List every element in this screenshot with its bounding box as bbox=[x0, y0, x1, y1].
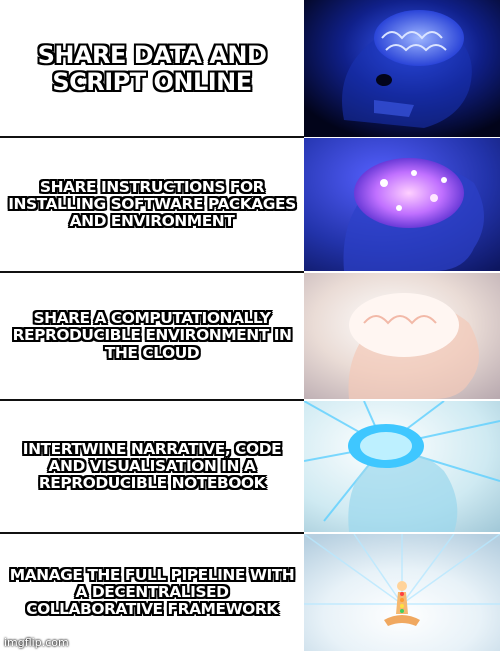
panel-3: SHARE A COMPUTATIONALLY REPRODUCIBLE ENV… bbox=[0, 273, 500, 399]
brain-radiant-cyan-icon bbox=[304, 401, 500, 532]
brain-white-light-icon bbox=[304, 273, 500, 399]
panel-2-image bbox=[304, 138, 500, 271]
watermark: imgflip.com bbox=[4, 636, 69, 649]
panel-5-text-cell: MANAGE THE FULL PIPELINE WITH A DECENTRA… bbox=[0, 534, 304, 651]
panel-5-image bbox=[304, 534, 500, 651]
panel-1: SHARE DATA AND SCRIPT ONLINE bbox=[0, 0, 500, 137]
brain-skull-blue-icon bbox=[304, 0, 500, 137]
meme-image: SHARE DATA AND SCRIPT ONLINE SHARE INSTR… bbox=[0, 0, 500, 651]
panel-3-text-cell: SHARE A COMPUTATIONALLY REPRODUCIBLE ENV… bbox=[0, 273, 304, 399]
meditating-figure-light-icon bbox=[304, 534, 500, 651]
panel-4-caption: INTERTWINE NARRATIVE, CODE AND VISUALISA… bbox=[22, 439, 282, 493]
panel-5-caption: MANAGE THE FULL PIPELINE WITH A DECENTRA… bbox=[9, 565, 295, 619]
panel-1-caption: SHARE DATA AND SCRIPT ONLINE bbox=[37, 41, 267, 96]
panel-4: INTERTWINE NARRATIVE, CODE AND VISUALISA… bbox=[0, 401, 500, 532]
panel-3-image bbox=[304, 273, 500, 399]
panel-3-caption: SHARE A COMPUTATIONALLY REPRODUCIBLE ENV… bbox=[12, 309, 292, 362]
brain-glowing-purple-icon bbox=[304, 138, 500, 271]
panel-5: MANAGE THE FULL PIPELINE WITH A DECENTRA… bbox=[0, 534, 500, 651]
panel-2-caption: SHARE INSTRUCTIONS FOR INSTALLING SOFTWA… bbox=[8, 177, 296, 231]
panel-1-image bbox=[304, 0, 500, 137]
panel-4-text-cell: INTERTWINE NARRATIVE, CODE AND VISUALISA… bbox=[0, 401, 304, 532]
panel-1-text-cell: SHARE DATA AND SCRIPT ONLINE bbox=[0, 0, 304, 137]
panel-2-text-cell: SHARE INSTRUCTIONS FOR INSTALLING SOFTWA… bbox=[0, 138, 304, 271]
panel-2: SHARE INSTRUCTIONS FOR INSTALLING SOFTWA… bbox=[0, 138, 500, 271]
panel-4-image bbox=[304, 401, 500, 532]
